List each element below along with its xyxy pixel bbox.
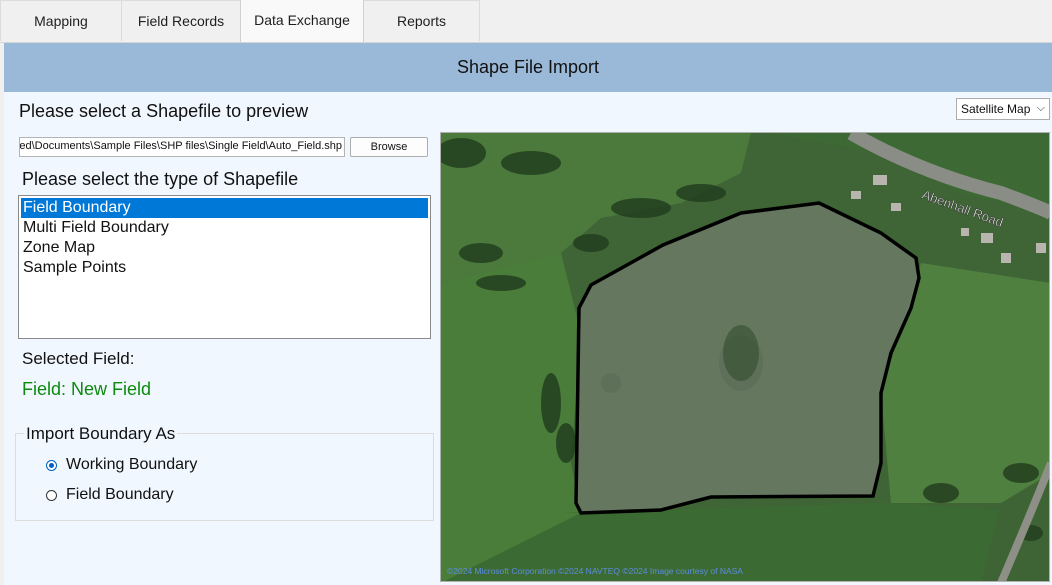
working-boundary-label: Working Boundary <box>66 456 198 473</box>
list-item-zone-map[interactable]: Zone Map <box>21 238 428 258</box>
tab-reports[interactable]: Reports <box>363 0 480 41</box>
map-view-select[interactable]: Satellite Map ⌵ <box>956 98 1050 120</box>
browse-button[interactable]: Browse <box>350 137 428 157</box>
map-preview[interactable]: Abenhall Road ©2024 Microsoft Corporatio… <box>440 132 1050 582</box>
shapefile-path-text: ed\Documents\Sample Files\SHP files\Sing… <box>19 140 342 152</box>
panel-title-bar: Shape File Import <box>4 43 1052 92</box>
selected-field-value: Field: New Field <box>22 379 152 399</box>
tab-data-exchange[interactable]: Data Exchange <box>240 0 364 42</box>
tab-label: Data Exchange <box>254 12 350 28</box>
list-item-field-boundary[interactable]: Field Boundary <box>21 198 428 218</box>
satellite-map-image: Abenhall Road <box>441 133 1049 581</box>
import-boundary-group: Import Boundary As Working Boundary Fiel… <box>15 424 434 521</box>
map-copyright: ©2024 Microsoft Corporation ©2024 NAVTEQ… <box>447 566 743 576</box>
tab-bar: Mapping Field Records Data Exchange Repo… <box>0 0 1052 43</box>
chevron-down-icon: ⌵ <box>1036 102 1045 114</box>
tab-label: Reports <box>396 13 447 29</box>
field-boundary-label: Field Boundary <box>66 486 174 503</box>
tab-label: Field Records <box>137 13 225 29</box>
list-item-multi-field-boundary[interactable]: Multi Field Boundary <box>21 218 428 238</box>
tab-label: Mapping <box>34 13 88 29</box>
panel-title: Shape File Import <box>456 57 600 77</box>
working-boundary-radio[interactable]: Working Boundary <box>46 456 197 474</box>
shapefile-path-input[interactable]: ed\Documents\Sample Files\SHP files\Sing… <box>19 137 345 157</box>
radio-checked-icon <box>46 459 57 471</box>
tab-mapping[interactable]: Mapping <box>0 0 122 41</box>
import-boundary-group-label: Import Boundary As <box>24 424 178 444</box>
radio-unchecked-icon <box>46 489 57 501</box>
shapefile-type-prompt: Please select the type of Shapefile <box>22 169 299 189</box>
shape-file-import-panel: Shape File Import Please select a Shapef… <box>4 43 1052 585</box>
shapefile-type-list[interactable]: Field Boundary Multi Field Boundary Zone… <box>18 195 431 339</box>
browse-button-label: Browse <box>370 141 408 153</box>
select-shapefile-prompt: Please select a Shapefile to preview <box>19 101 309 121</box>
selected-field-label: Selected Field: <box>22 349 135 368</box>
field-boundary-radio[interactable]: Field Boundary <box>46 486 174 504</box>
list-item-sample-points[interactable]: Sample Points <box>21 258 428 278</box>
tab-field-records[interactable]: Field Records <box>121 0 241 41</box>
map-view-select-value: Satellite Map <box>961 102 1031 116</box>
